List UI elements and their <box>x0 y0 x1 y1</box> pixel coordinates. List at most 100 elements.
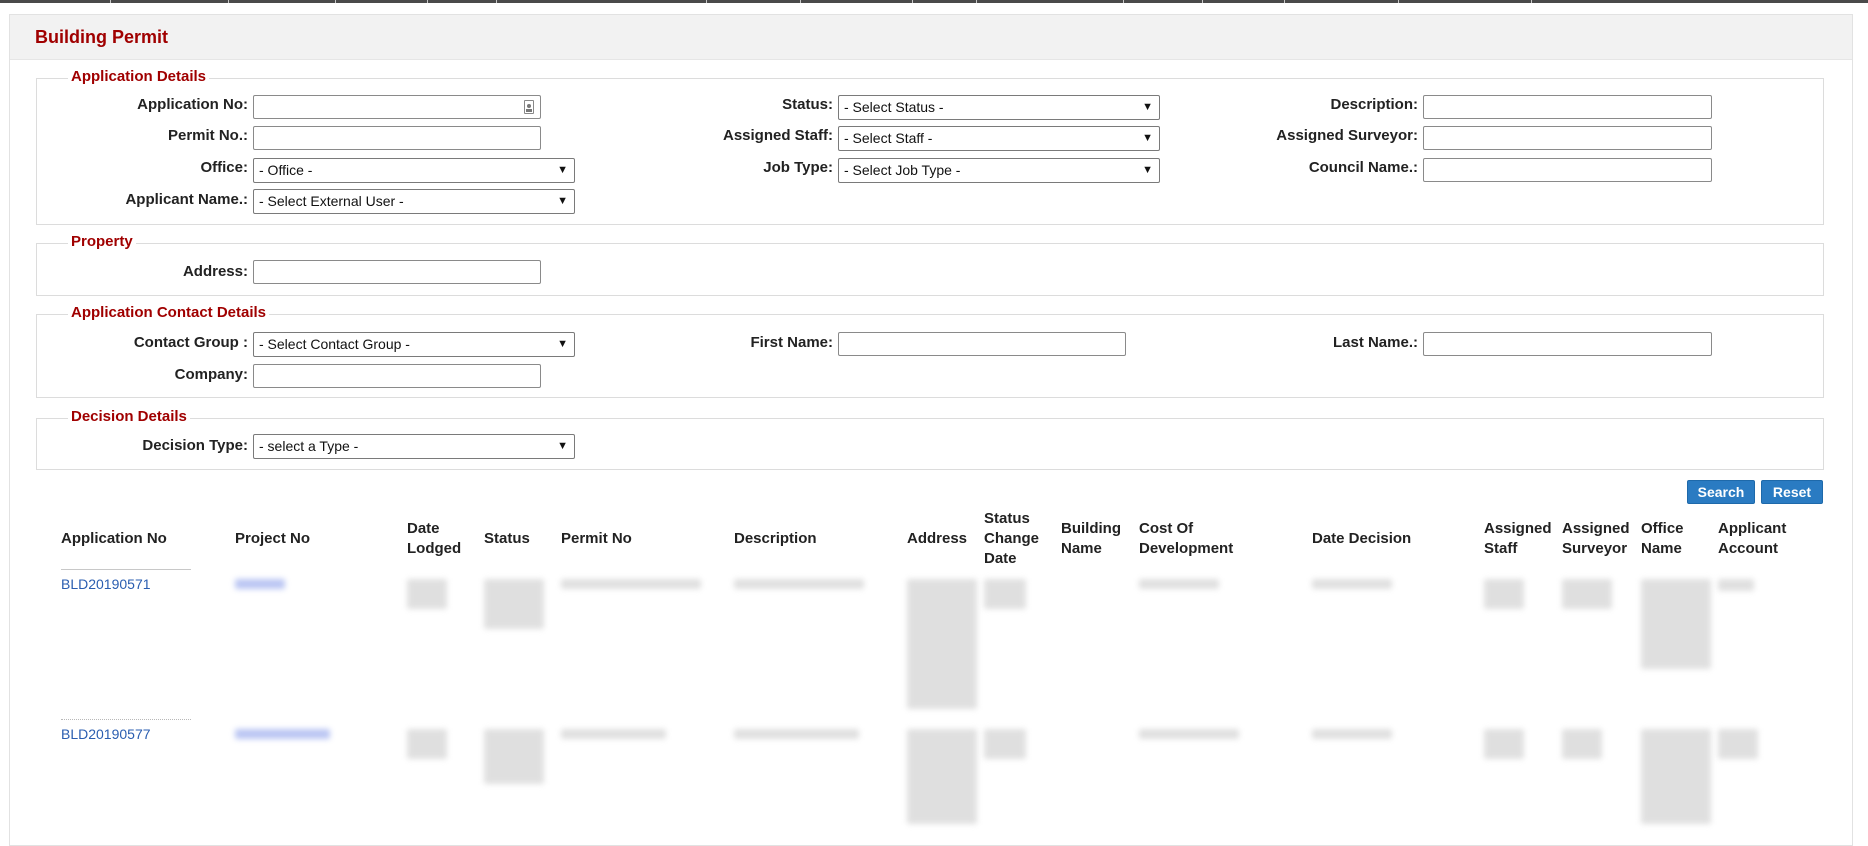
header-underline <box>61 569 191 570</box>
redacted-cell <box>984 729 1026 759</box>
chevron-down-icon: ▼ <box>1142 164 1153 176</box>
assigned-staff-selected-value: - Select Staff - <box>844 130 933 146</box>
redacted-cell <box>484 579 544 629</box>
contact-group-select[interactable]: - Select Contact Group - ▼ <box>253 332 575 357</box>
application-no-input[interactable] <box>253 95 541 119</box>
redacted-cell <box>1641 729 1711 824</box>
column-header[interactable]: Applicant Account <box>1718 519 1808 559</box>
section-legend: Application Details <box>68 68 210 85</box>
council-name-label: Council Name.: <box>1308 159 1418 176</box>
office-label: Office: <box>200 159 248 176</box>
contact-group-selected-value: - Select Contact Group - <box>259 336 410 352</box>
reset-button[interactable]: Reset <box>1761 480 1823 504</box>
application-no-link[interactable]: BLD20190577 <box>61 726 151 742</box>
column-header[interactable]: Assigned Staff <box>1484 519 1556 559</box>
redacted-cell <box>561 579 701 589</box>
status-selected-value: - Select Status - <box>844 99 944 115</box>
redacted-cell <box>407 579 447 609</box>
redacted-cell <box>734 579 864 589</box>
office-selected-value: - Office - <box>259 162 313 178</box>
column-header[interactable]: Project No <box>235 529 385 549</box>
job-type-selected-value: - Select Job Type - <box>844 162 961 178</box>
first-name-input[interactable] <box>838 332 1126 356</box>
description-label: Description: <box>1330 96 1418 113</box>
redacted-cell <box>734 729 859 739</box>
redacted-cell <box>1562 579 1612 609</box>
decision-type-select[interactable]: - select a Type - ▼ <box>253 434 575 459</box>
contact-card-icon[interactable] <box>524 100 534 114</box>
column-header[interactable]: Status Change Date <box>984 509 1048 569</box>
application-no-link[interactable]: BLD20190571 <box>61 576 151 592</box>
column-header[interactable]: Office Name <box>1641 519 1701 559</box>
chevron-down-icon: ▼ <box>557 164 568 176</box>
address-label: Address: <box>182 263 248 280</box>
column-header[interactable]: Status <box>484 529 554 549</box>
decision-type-label: Decision Type: <box>142 437 248 454</box>
assigned-staff-label: Assigned Staff: <box>722 127 833 144</box>
redacted-cell <box>484 729 544 784</box>
redacted-cell <box>235 729 330 739</box>
section-legend: Property <box>68 233 136 250</box>
chevron-down-icon: ▼ <box>557 338 568 350</box>
address-input[interactable] <box>253 260 541 284</box>
column-header[interactable]: Assigned Surveyor <box>1562 519 1634 559</box>
redacted-cell <box>235 579 285 589</box>
column-header[interactable]: Date Lodged <box>407 519 477 559</box>
redacted-cell <box>1718 729 1758 759</box>
redacted-cell <box>1139 729 1239 739</box>
redacted-cell <box>907 579 977 709</box>
chevron-down-icon: ▼ <box>557 195 568 207</box>
assigned-surveyor-label: Assigned Surveyor: <box>1276 127 1418 144</box>
page-title: Building Permit <box>35 27 169 47</box>
column-header[interactable]: Address <box>907 529 977 549</box>
redacted-cell <box>1312 729 1392 739</box>
status-label: Status: <box>782 96 833 113</box>
applicant-name-select[interactable]: - Select External User - ▼ <box>253 189 575 214</box>
top-nav-bar <box>0 0 1868 3</box>
panel-header <box>10 15 1852 60</box>
applicant-name-selected-value: - Select External User - <box>259 193 404 209</box>
column-header[interactable]: Building Name <box>1061 519 1131 559</box>
permit-no-input[interactable] <box>253 126 541 150</box>
chevron-down-icon: ▼ <box>557 440 568 452</box>
column-header[interactable]: Description <box>734 529 884 549</box>
assigned-surveyor-input[interactable] <box>1423 126 1712 150</box>
section-legend: Decision Details <box>68 408 190 425</box>
chevron-down-icon: ▼ <box>1142 101 1153 113</box>
applicant-name-label: Applicant Name.: <box>125 191 248 208</box>
council-name-input[interactable] <box>1423 158 1712 182</box>
column-header[interactable]: Cost Of Development <box>1139 519 1259 559</box>
column-header[interactable]: Permit No <box>561 529 681 549</box>
redacted-cell <box>1484 579 1524 609</box>
redacted-cell <box>561 729 666 739</box>
company-label: Company: <box>174 366 248 383</box>
search-button[interactable]: Search <box>1687 480 1755 504</box>
chevron-down-icon: ▼ <box>1142 132 1153 144</box>
redacted-cell <box>907 729 977 824</box>
job-type-label: Job Type: <box>763 159 833 176</box>
company-input[interactable] <box>253 364 541 388</box>
first-name-label: First Name: <box>750 334 833 351</box>
column-header[interactable]: Date Decision <box>1312 529 1462 549</box>
redacted-cell <box>1312 579 1392 589</box>
office-select[interactable]: - Office - ▼ <box>253 158 575 183</box>
row-divider <box>61 719 191 720</box>
assigned-staff-select[interactable]: - Select Staff - ▼ <box>838 126 1160 151</box>
status-select[interactable]: - Select Status - ▼ <box>838 95 1160 120</box>
redacted-cell <box>1641 579 1711 669</box>
last-name-label: Last Name.: <box>1332 334 1418 351</box>
section-legend: Application Contact Details <box>68 304 270 321</box>
last-name-input[interactable] <box>1423 332 1712 356</box>
redacted-cell <box>1139 579 1219 589</box>
redacted-cell <box>1562 729 1602 759</box>
job-type-select[interactable]: - Select Job Type - ▼ <box>838 158 1160 183</box>
contact-group-label: Contact Group : <box>133 334 248 351</box>
redacted-cell <box>1484 729 1524 759</box>
decision-type-selected-value: - select a Type - <box>259 438 359 454</box>
description-input[interactable] <box>1423 95 1712 119</box>
permit-no-label: Permit No.: <box>167 127 248 144</box>
redacted-cell <box>407 729 447 759</box>
column-header[interactable]: Application No <box>61 529 221 549</box>
application-no-label: Application No: <box>137 96 248 113</box>
redacted-cell <box>984 579 1026 609</box>
